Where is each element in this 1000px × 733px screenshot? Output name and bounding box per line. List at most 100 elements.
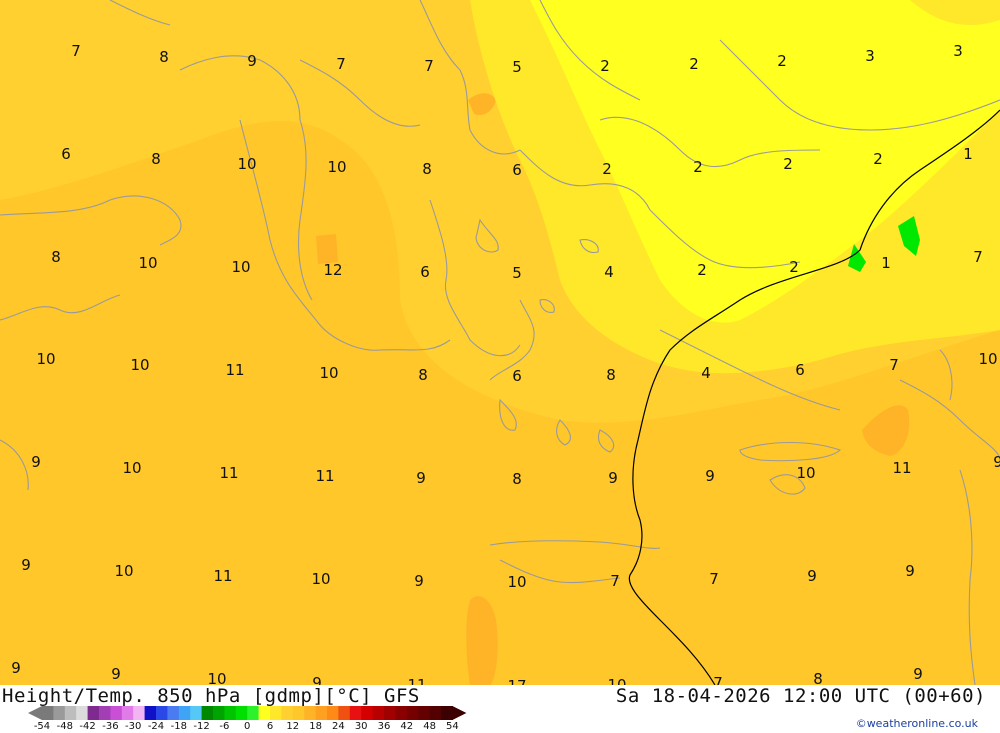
- temperature-value-label: 10: [796, 464, 815, 482]
- temperature-value-label: 10: [327, 158, 346, 176]
- temperature-value-label: 9: [247, 52, 257, 70]
- legend-color-swatch: [372, 706, 385, 720]
- temperature-value-label: 9: [705, 467, 715, 485]
- legend-color-swatch: [270, 706, 282, 720]
- temperature-value-label: 6: [512, 161, 522, 179]
- temperature-value-label: 6: [512, 367, 522, 385]
- legend-color-swatch: [99, 706, 111, 720]
- legend-tick-label: 36: [377, 721, 391, 732]
- temperature-value-label: 2: [873, 150, 883, 168]
- temperature-value-label: 7: [424, 57, 434, 75]
- temperature-value-label: 9: [312, 674, 322, 685]
- temperature-value-label: 9: [416, 469, 426, 487]
- temperature-value-label: 10: [207, 670, 226, 685]
- temperature-value-label: 11: [219, 464, 238, 482]
- legend-tick-label: -42: [79, 721, 96, 732]
- temperature-value-label: 6: [61, 145, 71, 163]
- temperature-value-label: 8: [422, 160, 432, 178]
- temperature-value-label: 1: [963, 145, 973, 163]
- legend-color-swatch: [258, 706, 271, 720]
- legend-color-swatch: [156, 706, 168, 720]
- legend-tick-label: 42: [400, 721, 414, 732]
- temperature-value-label: 2: [602, 160, 612, 178]
- temperature-value-label: 2: [783, 155, 793, 173]
- temperature-value-label: 1: [881, 254, 891, 272]
- temperature-value-label: 11: [315, 467, 334, 485]
- legend-color-swatch: [42, 706, 54, 720]
- temperature-value-label: 9: [11, 659, 21, 677]
- legend-color-swatch: [121, 706, 134, 720]
- legend-color-swatch: [292, 706, 305, 720]
- temperature-value-label: 10: [311, 570, 330, 588]
- temperature-value-label: 3: [953, 42, 963, 60]
- temperature-value-label: 10: [122, 459, 141, 477]
- temperature-value-label: 9: [905, 562, 915, 580]
- temperature-value-label: 2: [697, 261, 707, 279]
- temperature-value-label: 10: [237, 155, 256, 173]
- legend-tick-label: -54: [33, 721, 51, 732]
- temperature-value-label: 10: [507, 573, 526, 591]
- map-footer: Height/Temp. 850 hPa [gdmp][°C] GFS Sa 1…: [0, 685, 1000, 733]
- map-title: Height/Temp. 850 hPa [gdmp][°C] GFS: [2, 685, 420, 707]
- temperature-value-label: 9: [993, 453, 1000, 471]
- temperature-value-label: 8: [512, 470, 522, 488]
- valid-time: Sa 18-04-2026 12:00 UTC (00+60): [615, 685, 986, 707]
- legend-color-swatch: [190, 706, 203, 720]
- temperature-value-label: 7: [709, 570, 719, 588]
- temperature-value-label: 10: [978, 350, 997, 368]
- legend-color-swatch: [384, 706, 396, 720]
- legend-tick-label: -6: [219, 721, 230, 732]
- temperature-value-label: 11: [225, 361, 244, 379]
- legend-color-swatch: [441, 706, 453, 720]
- legend-color-swatch: [315, 706, 328, 720]
- temperature-value-label: 9: [111, 665, 121, 683]
- temperature-value-label: 8: [606, 366, 616, 384]
- temperature-value-label: 5: [512, 58, 522, 76]
- temperature-value-label: 2: [789, 258, 799, 276]
- legend-tick-label: -30: [125, 721, 142, 732]
- legend-color-swatch: [418, 706, 431, 720]
- temperature-zone-12: [316, 234, 338, 264]
- temperature-value-label: 11: [407, 676, 426, 685]
- legend-color-swatch: [213, 706, 225, 720]
- legend-color-swatch: [76, 706, 89, 720]
- temperature-value-label: 5: [512, 264, 522, 282]
- temperature-value-label: 12: [323, 261, 342, 279]
- temperature-value-label: 10: [319, 364, 338, 382]
- legend-arrow-right: [452, 706, 467, 720]
- temperature-value-label: 10: [138, 254, 157, 272]
- temperature-value-label: 7: [336, 55, 346, 73]
- legend-color-swatch: [224, 706, 237, 720]
- legend-color-swatch: [338, 706, 351, 720]
- legend-tick-label: -48: [56, 721, 73, 732]
- temperature-value-label: 9: [913, 665, 923, 683]
- temperature-value-label: 9: [608, 469, 618, 487]
- temperature-value-label: 6: [795, 361, 805, 379]
- temperature-value-label: 4: [701, 364, 711, 382]
- temperature-value-label: 2: [777, 52, 787, 70]
- legend-color-swatch: [429, 706, 442, 720]
- temperature-value-label: 7: [71, 42, 81, 60]
- temperature-map: 7 8 9 7 7 5 2 2 2 3 36 8 10 10 8 6 2 2 2 2 18 10 10 12 6 5 4 2 2 1 710…: [0, 0, 1000, 685]
- temperature-value-label: 7: [713, 674, 723, 685]
- legend-tick-label: 12: [286, 721, 300, 732]
- legend-color-swatch: [144, 706, 157, 720]
- temperature-value-label: 10: [114, 562, 133, 580]
- temperature-value-label: 17: [507, 677, 526, 685]
- legend-color-swatch: [327, 706, 339, 720]
- legend-tick-label: 54: [446, 721, 459, 732]
- temperature-value-label: 10: [231, 258, 250, 276]
- legend-tick-label: -18: [170, 721, 187, 732]
- legend-color-swatch: [235, 706, 248, 720]
- legend-tick-label: 24: [332, 721, 345, 732]
- temperature-value-label: 6: [420, 263, 430, 281]
- legend-color-swatch: [281, 706, 294, 720]
- temperature-value-label: 8: [813, 670, 823, 685]
- legend-color-swatch: [395, 706, 408, 720]
- temperature-value-label: 9: [807, 567, 817, 585]
- temperature-value-label: 3: [865, 47, 875, 65]
- temperature-value-label: 8: [151, 150, 161, 168]
- temperature-value-label: 4: [604, 263, 614, 281]
- credit-link[interactable]: ©weatheronline.co.uk: [856, 717, 978, 730]
- temperature-value-label: 9: [31, 453, 41, 471]
